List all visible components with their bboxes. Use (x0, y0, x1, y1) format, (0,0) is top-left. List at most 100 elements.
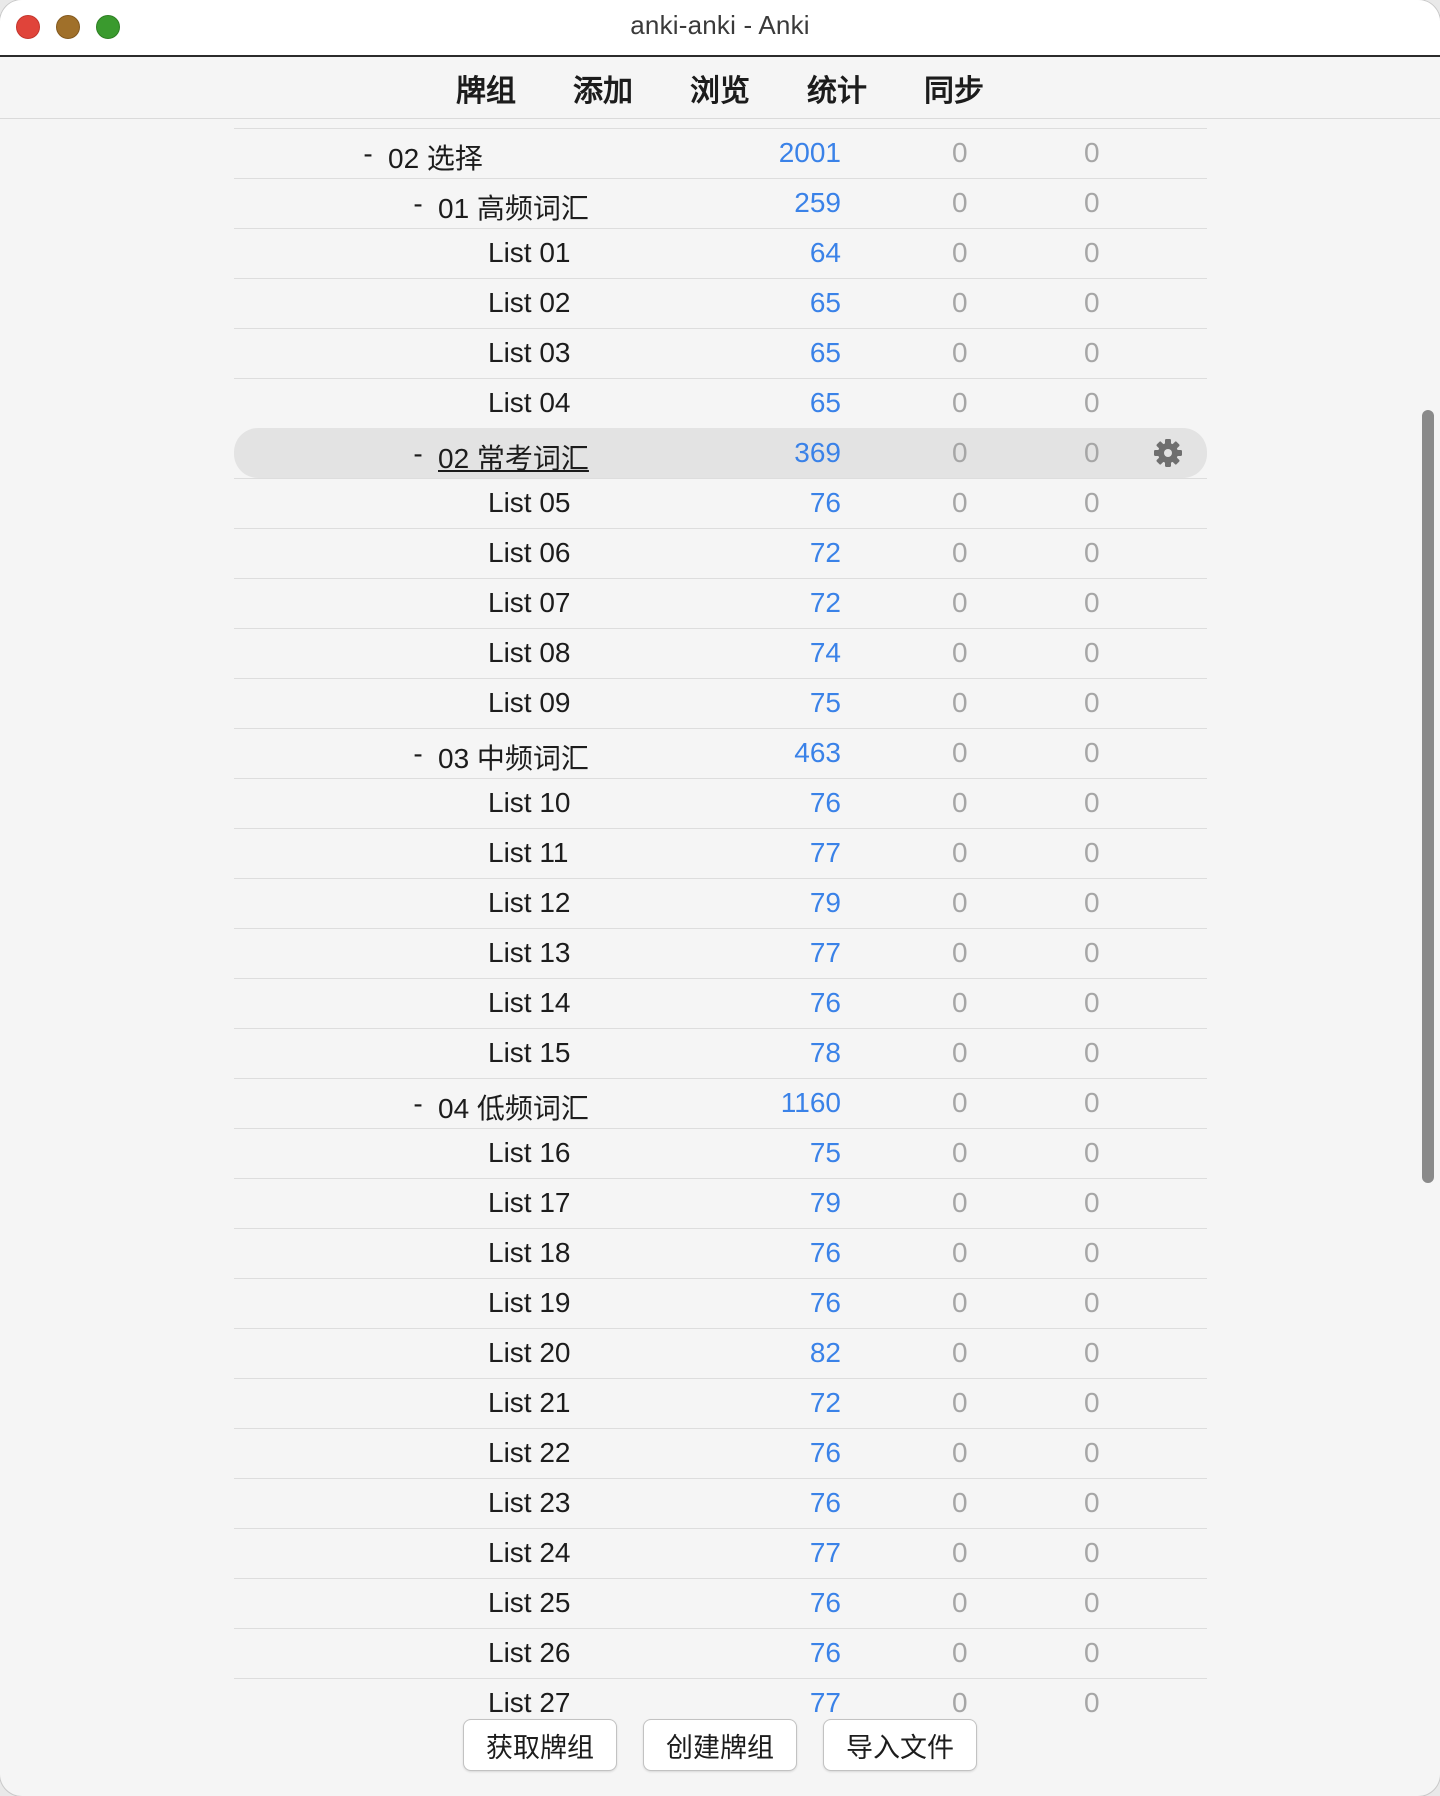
deck-name-link[interactable]: List 20 (488, 1337, 571, 1369)
deck-name-link[interactable]: List 07 (488, 587, 571, 619)
deck-row[interactable]: List 21 72 0 0 (234, 1378, 1207, 1428)
deck-name-link[interactable]: List 11 (488, 837, 568, 869)
deck-name-link[interactable]: List 27 (488, 1687, 571, 1719)
deck-row[interactable]: List 03 65 0 0 (234, 328, 1207, 378)
deck-row[interactable]: List 24 77 0 0 (234, 1528, 1207, 1578)
gear-icon[interactable] (1152, 437, 1184, 469)
new-count: 76 (809, 1287, 841, 1318)
deck-name-link[interactable]: List 19 (488, 1287, 571, 1319)
review-count: 0 (1084, 1487, 1100, 1518)
review-count: 0 (1084, 937, 1100, 968)
new-count: 79 (809, 1187, 841, 1218)
deck-name-link[interactable]: List 21 (488, 1387, 571, 1419)
deck-row[interactable]: List 18 76 0 0 (234, 1228, 1207, 1278)
deck-name-link[interactable]: List 24 (488, 1537, 571, 1569)
review-count: 0 (1084, 1637, 1100, 1668)
new-count: 77 (809, 937, 841, 968)
learn-count: 0 (952, 1137, 968, 1168)
toolbar-browse[interactable]: 浏览 (662, 66, 779, 110)
deck-name-link[interactable]: List 18 (488, 1237, 571, 1269)
deck-name-link[interactable]: List 05 (488, 487, 571, 519)
deck-row[interactable]: List 22 76 0 0 (234, 1428, 1207, 1478)
collapse-toggle[interactable]: - (408, 188, 428, 220)
collapse-toggle[interactable]: - (408, 738, 428, 770)
new-count: 77 (809, 837, 841, 868)
deck-row[interactable]: List 02 65 0 0 (234, 278, 1207, 328)
deck-name-link[interactable]: List 26 (488, 1637, 571, 1669)
deck-name-link[interactable]: 02 常考词汇 (438, 437, 589, 477)
toolbar-add[interactable]: 添加 (545, 66, 662, 110)
deck-row[interactable]: List 15 78 0 0 (234, 1028, 1207, 1078)
deck-name-link[interactable]: List 09 (488, 687, 571, 719)
deck-row[interactable]: List 16 75 0 0 (234, 1128, 1207, 1178)
deck-name-link[interactable]: List 03 (488, 337, 571, 369)
deck-row[interactable]: -02 选择 2001 0 0 (234, 128, 1207, 178)
toolbar-sync[interactable]: 同步 (896, 66, 1013, 110)
deck-row[interactable]: List 25 76 0 0 (234, 1578, 1207, 1628)
review-count: 0 (1084, 437, 1100, 468)
collapse-toggle[interactable]: - (358, 138, 378, 170)
deck-row[interactable]: List 07 72 0 0 (234, 578, 1207, 628)
deck-row[interactable]: List 13 77 0 0 (234, 928, 1207, 978)
deck-row[interactable]: List 11 77 0 0 (234, 828, 1207, 878)
deck-row[interactable]: -03 中频词汇 463 0 0 (234, 728, 1207, 778)
deck-name-link[interactable]: 02 选择 (388, 137, 483, 177)
deck-row-current[interactable]: -02 常考词汇 369 0 0 (234, 428, 1207, 478)
review-count: 0 (1084, 287, 1100, 318)
deck-row[interactable]: List 17 79 0 0 (234, 1178, 1207, 1228)
anki-main-window: anki-anki - Anki 牌组 添加 浏览 统计 同步 -02 选择 20… (0, 0, 1440, 1796)
learn-count: 0 (952, 787, 968, 818)
review-count: 0 (1084, 1437, 1100, 1468)
collapse-toggle[interactable]: - (408, 438, 428, 470)
deck-name-link[interactable]: List 25 (488, 1587, 571, 1619)
deck-name-link[interactable]: List 14 (488, 987, 571, 1019)
review-count: 0 (1084, 1687, 1100, 1718)
learn-count: 0 (952, 487, 968, 518)
toolbar-stats[interactable]: 统计 (779, 66, 896, 110)
deck-row[interactable]: List 23 76 0 0 (234, 1478, 1207, 1528)
review-count: 0 (1084, 1087, 1100, 1118)
learn-count: 0 (952, 1387, 968, 1418)
deck-row[interactable]: List 08 74 0 0 (234, 628, 1207, 678)
deck-name-link[interactable]: List 08 (488, 637, 571, 669)
import-file-button[interactable]: 导入文件 (823, 1719, 977, 1771)
deck-row[interactable]: List 01 64 0 0 (234, 228, 1207, 278)
toolbar-decks[interactable]: 牌组 (428, 66, 545, 110)
collapse-toggle[interactable]: - (408, 1088, 428, 1120)
deck-row[interactable]: List 05 76 0 0 (234, 478, 1207, 528)
deck-name-link[interactable]: List 17 (488, 1187, 571, 1219)
deck-name-link[interactable]: List 13 (488, 937, 571, 969)
deck-name-link[interactable]: 04 低频词汇 (438, 1087, 589, 1127)
deck-row[interactable]: List 20 82 0 0 (234, 1328, 1207, 1378)
new-count: 76 (809, 787, 841, 818)
deck-name-link[interactable]: List 16 (488, 1137, 571, 1169)
create-deck-button[interactable]: 创建牌组 (643, 1719, 797, 1771)
learn-count: 0 (952, 937, 968, 968)
deck-row[interactable]: List 06 72 0 0 (234, 528, 1207, 578)
get-shared-decks-button[interactable]: 获取牌组 (463, 1719, 617, 1771)
deck-row[interactable]: List 14 76 0 0 (234, 978, 1207, 1028)
deck-name-link[interactable]: List 15 (488, 1037, 571, 1069)
deck-row[interactable]: List 04 65 0 0 (234, 378, 1207, 428)
deck-name-link[interactable]: List 10 (488, 787, 571, 819)
deck-name-link[interactable]: List 04 (488, 387, 571, 419)
deck-name-link[interactable]: List 23 (488, 1487, 571, 1519)
deck-row[interactable]: List 09 75 0 0 (234, 678, 1207, 728)
deck-name-link[interactable]: List 22 (488, 1437, 571, 1469)
new-count: 76 (809, 1437, 841, 1468)
deck-name-link[interactable]: List 12 (488, 887, 571, 919)
deck-row[interactable]: List 10 76 0 0 (234, 778, 1207, 828)
deck-row[interactable]: -01 高频词汇 259 0 0 (234, 178, 1207, 228)
deck-row[interactable]: List 26 76 0 0 (234, 1628, 1207, 1678)
deck-name-link[interactable]: 01 高频词汇 (438, 187, 589, 227)
deck-name-link[interactable]: List 02 (488, 287, 571, 319)
deck-name-link[interactable]: List 06 (488, 537, 571, 569)
deck-row[interactable]: List 12 79 0 0 (234, 878, 1207, 928)
deck-row[interactable]: List 19 76 0 0 (234, 1278, 1207, 1328)
vertical-scrollbar[interactable] (1422, 410, 1434, 1183)
deck-row[interactable]: -04 低频词汇 1160 0 0 (234, 1078, 1207, 1128)
new-count: 72 (809, 537, 841, 568)
deck-name-link[interactable]: List 01 (488, 237, 571, 269)
deck-name-link[interactable]: 03 中频词汇 (438, 737, 589, 777)
review-count: 0 (1084, 637, 1100, 668)
